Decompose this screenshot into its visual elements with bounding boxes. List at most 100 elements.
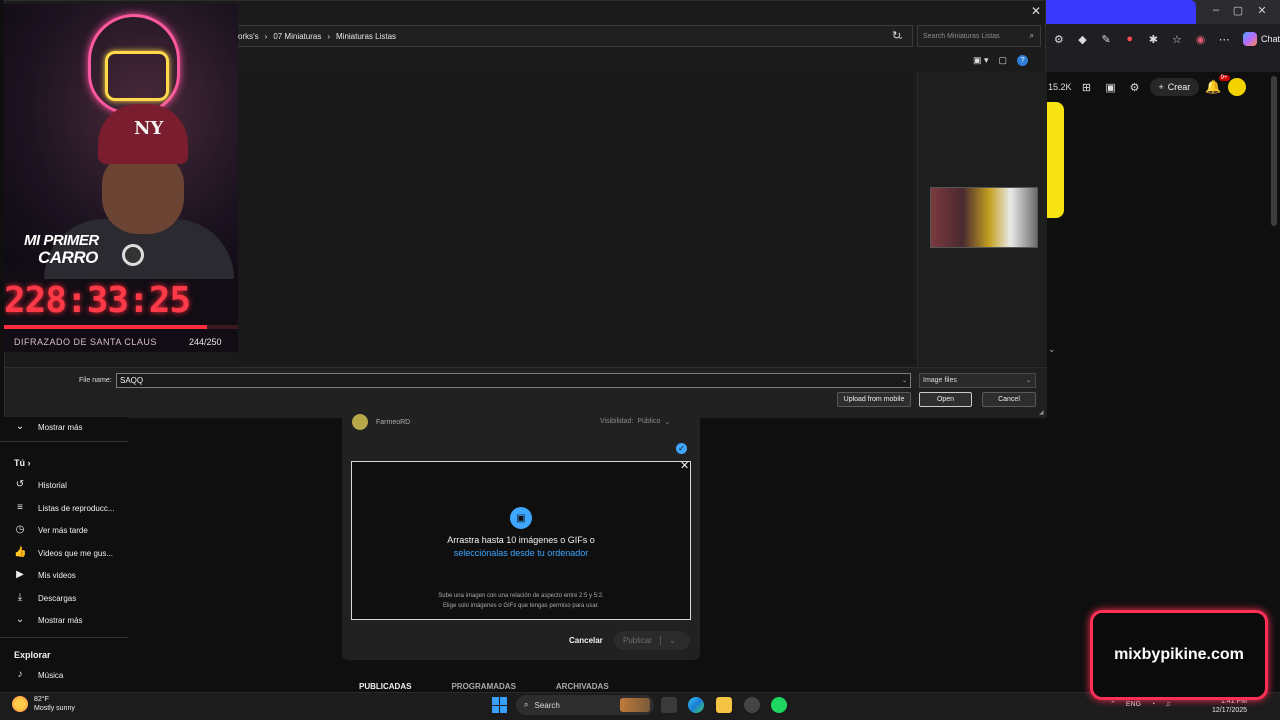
search-icon: ⌕	[524, 700, 529, 709]
pen-icon[interactable]: ✎	[1097, 30, 1115, 48]
sidebar-item-label: Mis videos	[38, 570, 76, 580]
gear-icon[interactable]: ⚙	[1126, 78, 1144, 96]
refresh-icon[interactable]: ↻	[892, 29, 901, 42]
scrollbar[interactable]	[1271, 76, 1277, 226]
diamond-icon[interactable]: ◆	[1074, 30, 1092, 48]
lock-icon[interactable]: ▣	[1102, 78, 1120, 96]
upload-from-mobile-button[interactable]: Upload from mobile	[837, 392, 911, 407]
help-icon[interactable]: ?	[1017, 55, 1029, 66]
publish-button[interactable]: Publicar ⌄	[614, 631, 690, 650]
explore-heading: Explorar	[14, 650, 51, 660]
edge-icon[interactable]	[688, 697, 704, 713]
file-list-pane[interactable]	[233, 71, 913, 366]
search-input[interactable]: Search Miniaturas Listas ⌕	[917, 25, 1041, 47]
cancel-post-button[interactable]: Cancelar	[569, 636, 603, 645]
avatar[interactable]	[1227, 78, 1246, 96]
resize-grip-icon[interactable]: ◢	[1039, 409, 1044, 416]
sidebar-item-label: Descargas	[38, 593, 77, 603]
minimize-icon[interactable]: –	[1206, 4, 1226, 16]
file-explorer-icon[interactable]	[716, 697, 732, 713]
select-from-computer-link[interactable]: selecciónalas desde tu ordenador	[351, 548, 691, 558]
divider	[0, 637, 128, 638]
chat-button[interactable]: Chat	[1243, 32, 1280, 46]
bell-icon[interactable]: 🔔 9+	[1205, 75, 1230, 95]
more-icon[interactable]: ⋯	[1215, 30, 1233, 48]
stream-overlay: NY MI PRIMER CARRO 228:33:25 DIFRAZADO D…	[4, 4, 238, 352]
task-view-icon[interactable]	[661, 697, 677, 713]
close-icon[interactable]: ✕	[1031, 4, 1041, 18]
sidebar-item-show-more[interactable]: ⌄ Mostrar más	[14, 614, 83, 626]
tab-strip: – ▢ ✕	[1046, 0, 1280, 24]
weather-condition: Mostly sunny	[34, 705, 75, 712]
downloads-icon: ⤓	[17, 592, 23, 603]
tab-scheduled[interactable]: PROGRAMADAS	[451, 682, 515, 691]
sidebar-item-history[interactable]: ↺ Historial	[14, 479, 67, 491]
cancel-button[interactable]: Cancel	[982, 392, 1036, 407]
chevron-down-icon: ⌄	[15, 614, 25, 625]
visibility-value: Público	[637, 418, 661, 425]
subscriber-count: 15.2K	[1048, 82, 1072, 92]
chevron-down-icon[interactable]: ⌄	[1048, 344, 1056, 355]
record-icon[interactable]: ●	[1121, 30, 1139, 48]
taskbar-search[interactable]: ⌕ Search	[516, 695, 654, 715]
sidebar-item-show-more[interactable]: ⌄ Mostrar más	[14, 421, 83, 433]
dropzone-title: Arrastra hasta 10 imágenes o GIFs o	[447, 535, 595, 545]
sidebar-item-liked[interactable]: 👍 Videos que me gus...	[14, 547, 113, 559]
volume-icon[interactable]: ♫	[1165, 701, 1170, 708]
publish-label: Publicar	[614, 636, 661, 645]
file-type-select[interactable]: Image files ⌄	[919, 373, 1036, 388]
goal-label: DIFRAZADO DE SANTA CLAUS	[14, 337, 157, 347]
chevron-down-icon[interactable]: ⌄	[661, 636, 676, 645]
chevron-up-icon[interactable]: ⌃	[1110, 700, 1116, 708]
copilot-icon	[1243, 32, 1257, 46]
breadcrumb-item[interactable]: orks's	[238, 32, 259, 41]
file-name-label: File name:	[79, 377, 112, 384]
obs-icon[interactable]	[744, 697, 760, 713]
translate-icon[interactable]: ⊞	[1078, 78, 1096, 96]
weather-widget[interactable]: 82°F Mostly sunny	[12, 695, 75, 713]
windows-start-icon[interactable]	[492, 697, 508, 713]
check-icon: ✓	[676, 443, 687, 454]
language-indicator[interactable]: ENG	[1126, 701, 1141, 708]
breadcrumb-item[interactable]: Miniaturas Listas	[336, 32, 396, 41]
extensions-icon[interactable]: ⚙	[1050, 30, 1068, 48]
breadcrumb-item[interactable]: 07 Miniaturas	[273, 32, 321, 41]
favorites-icon[interactable]: ☆	[1168, 30, 1186, 48]
wifi-icon[interactable]: ◔	[1151, 701, 1155, 708]
create-label: Crear	[1167, 82, 1191, 92]
close-icon[interactable]: ✕	[680, 459, 689, 472]
address-bar[interactable]: orks's › 07 Miniaturas › Miniaturas List…	[233, 25, 913, 47]
sidebar-item-playlists[interactable]: ≡ Listas de reproducc...	[14, 502, 114, 514]
tab-published[interactable]: PUBLICADAS	[359, 682, 411, 691]
active-tab[interactable]	[1046, 0, 1196, 24]
settings-icon[interactable]: ✱	[1145, 30, 1163, 48]
taskbar-search-label: Search	[534, 700, 560, 710]
thumbnail-preview-image[interactable]	[930, 187, 1038, 248]
music-icon: ♪	[17, 669, 23, 680]
watermark-text: mixbypikine.com	[1114, 646, 1244, 663]
history-icon: ↺	[15, 479, 25, 490]
open-button[interactable]: Open	[919, 392, 972, 407]
create-button[interactable]: + Crear	[1149, 78, 1200, 96]
chevron-down-icon[interactable]: ⌄	[902, 377, 907, 384]
tab-archived[interactable]: ARCHIVADAS	[556, 682, 609, 691]
you-heading[interactable]: Tú ›	[14, 458, 31, 468]
sidebar-item-label: Listas de reproducc...	[38, 503, 115, 513]
maximize-icon[interactable]: ▢	[1228, 4, 1248, 17]
preview-pane-icon[interactable]: ▢	[999, 55, 1008, 66]
sidebar-item-my-videos[interactable]: ▶ Mis videos	[14, 569, 76, 581]
sidebar-item-label: Mostrar más	[38, 422, 83, 432]
profile-icon[interactable]: ◉	[1192, 30, 1210, 48]
visibility-select[interactable]: Visibilidad: Público ⌄	[600, 418, 670, 426]
search-icon: ⌕	[1029, 31, 1034, 40]
file-name-input[interactable]: SAQQ ⌄	[116, 373, 911, 388]
sidebar-item-downloads[interactable]: ⤓ Descargas	[14, 592, 76, 604]
sidebar-item-watch-later[interactable]: ◷ Ver más tarde	[14, 524, 88, 536]
close-window-icon[interactable]: ✕	[1252, 4, 1272, 17]
spotify-icon[interactable]	[771, 697, 787, 713]
date: 12/17/2025	[1212, 707, 1248, 714]
view-toolbar: ▣ ▾ ▢ ?	[973, 55, 1029, 66]
view-mode-icon[interactable]: ▣ ▾	[973, 55, 989, 66]
breadcrumb-separator: ›	[264, 31, 268, 41]
sidebar-item-music[interactable]: ♪ Música	[14, 669, 64, 681]
